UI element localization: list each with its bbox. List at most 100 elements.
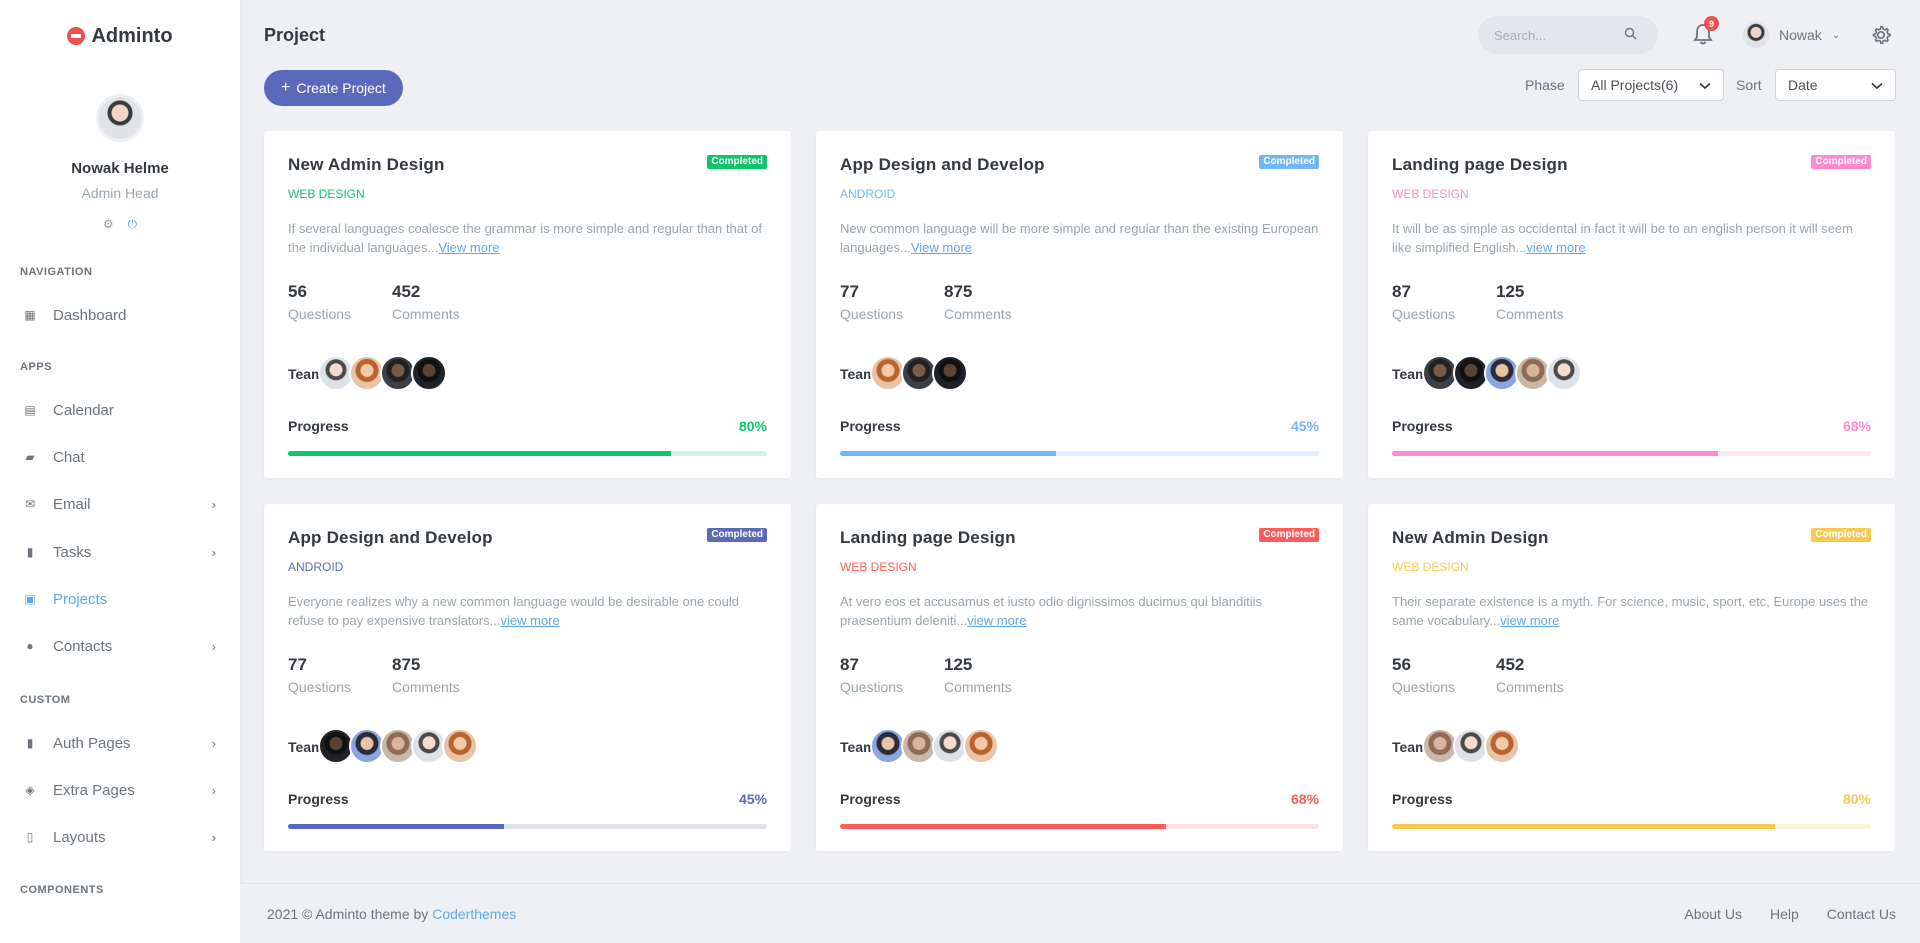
questions-label: Questions (288, 306, 352, 322)
phase-select[interactable]: All Projects(6) (1578, 69, 1724, 101)
sidebar-item-auth-pages[interactable]: ▮ Auth Pages › (0, 723, 240, 763)
user-tools: ⚙ ⏻ (0, 217, 240, 232)
progress-fill (1392, 451, 1718, 456)
comments-label: Comments (392, 679, 460, 695)
team-member-avatar[interactable] (932, 355, 968, 391)
app-logo[interactable]: Adminto (0, 0, 240, 72)
sidebar-item-dashboard[interactable]: ▦ Dashboard (0, 295, 240, 335)
project-description: Everyone realizes why a new common langu… (288, 592, 770, 630)
project-category: ANDROID (288, 560, 344, 574)
project-title[interactable]: App Design and Develop (840, 155, 1045, 175)
project-title[interactable]: App Design and Develop (288, 528, 493, 548)
view-more-link[interactable]: View more (911, 240, 972, 255)
comments-label: Comments (944, 306, 1012, 322)
footer-link-contact[interactable]: Contact Us (1827, 906, 1896, 922)
status-badge: Completed (1259, 155, 1319, 169)
progress-bar (1392, 451, 1871, 456)
progress-value: 80% (1842, 791, 1871, 807)
sidebar-item-extra-pages[interactable]: ◈ Extra Pages › (0, 770, 240, 810)
project-title[interactable]: New Admin Design (1392, 528, 1549, 548)
progress-label: Progress (288, 418, 349, 434)
sidebar-item-contacts[interactable]: ● Contacts › (0, 626, 240, 666)
sidebar-item-calendar[interactable]: ▤ Calendar (0, 390, 240, 430)
project-title[interactable]: Landing page Design (840, 528, 1016, 548)
sidebar: Adminto Nowak Helme Admin Head ⚙ ⏻ NAVIG… (0, 0, 240, 943)
view-more-link[interactable]: view more (1500, 613, 1559, 628)
sidebar-item-email[interactable]: ✉ Email › (0, 484, 240, 524)
progress-bar (840, 451, 1319, 456)
tasks-icon: ▮ (26, 545, 34, 559)
project-title[interactable]: New Admin Design (288, 155, 445, 175)
coderthemes-link[interactable]: Coderthemes (432, 906, 516, 922)
team-member-avatar[interactable] (1546, 355, 1582, 391)
view-more-link[interactable]: View more (438, 240, 499, 255)
search-input[interactable] (1494, 27, 1624, 43)
chat-icon: ▰ (25, 450, 35, 464)
avatar (1743, 22, 1769, 48)
comments-stat: 125 Comments (1496, 282, 1564, 322)
progress-bar (1392, 824, 1871, 829)
questions-label: Questions (840, 306, 904, 322)
team-avatars (870, 355, 968, 391)
comments-count: 452 (392, 282, 421, 301)
progress-fill (840, 451, 1056, 456)
chevron-right-icon: › (211, 496, 216, 512)
project-title[interactable]: Landing page Design (1392, 155, 1568, 175)
project-description: Their separate existence is a myth. For … (1392, 592, 1874, 630)
chevron-down-icon (1871, 77, 1883, 93)
calendar-icon: ▤ (24, 403, 36, 417)
sidebar-item-layouts[interactable]: ▯ Layouts › (0, 817, 240, 857)
team-member-avatar[interactable] (1484, 728, 1520, 764)
sidebar-item-label: Contacts (53, 637, 113, 655)
logo-text: Adminto (91, 24, 173, 47)
notifications-button[interactable]: 9 (1692, 16, 1719, 46)
view-more-link[interactable]: view more (500, 613, 559, 628)
sidebar-item-chat[interactable]: ▰ Chat (0, 437, 240, 477)
team-member-avatar[interactable] (411, 355, 447, 391)
questions-count: 56 (1392, 655, 1411, 674)
status-badge: Completed (1259, 528, 1319, 542)
progress-fill (840, 824, 1166, 829)
settings-button[interactable] (1870, 24, 1892, 46)
menu-title-navigation: NAVIGATION (20, 266, 93, 278)
progress-value: 45% (1290, 418, 1319, 434)
comments-count: 125 (1496, 282, 1525, 301)
team-member-avatar[interactable] (963, 728, 999, 764)
gear-icon (1872, 25, 1891, 45)
sort-select[interactable]: Date (1775, 69, 1896, 101)
comments-count: 875 (392, 655, 421, 674)
status-badge: Completed (707, 155, 767, 169)
questions-count: 87 (840, 655, 859, 674)
view-more-link[interactable]: view more (1526, 240, 1585, 255)
settings-icon[interactable]: ⚙ (103, 217, 114, 232)
power-icon[interactable]: ⏻ (128, 217, 138, 232)
footer-links: About Us Help Contact Us (1684, 906, 1896, 922)
questions-stat: 56 Questions (1392, 655, 1455, 695)
chevron-right-icon: › (211, 829, 216, 845)
progress-label: Progress (840, 791, 901, 807)
status-badge: Completed (707, 528, 767, 542)
create-project-button[interactable]: + Create Project (264, 70, 403, 106)
view-more-link[interactable]: view more (967, 613, 1026, 628)
search-icon[interactable] (1624, 27, 1637, 43)
footer: 2021 © Adminto theme by Coderthemes Abou… (240, 883, 1920, 943)
user-avatar[interactable] (96, 94, 144, 142)
sidebar-item-projects[interactable]: ▣ Projects (0, 579, 240, 619)
footer-link-help[interactable]: Help (1770, 906, 1799, 922)
comments-label: Comments (944, 679, 1012, 695)
comments-stat: 452 Comments (392, 282, 460, 322)
search-box[interactable] (1478, 16, 1658, 54)
project-card: App Design and Develop Completed ANDROID… (816, 131, 1343, 478)
team-avatars (318, 728, 478, 764)
sidebar-item-label: Projects (53, 590, 108, 608)
layers-icon: ◈ (25, 783, 35, 797)
sidebar-item-tasks[interactable]: ▮ Tasks › (0, 532, 240, 572)
comments-count: 875 (944, 282, 973, 301)
progress-bar (840, 824, 1319, 829)
footer-link-about[interactable]: About Us (1684, 906, 1742, 922)
comments-stat: 875 Comments (392, 655, 460, 695)
user-menu[interactable]: Nowak ⌄ (1743, 22, 1840, 48)
team-member-avatar[interactable] (442, 728, 478, 764)
progress-label: Progress (288, 791, 349, 807)
user-name[interactable]: Nowak Helme (0, 160, 240, 177)
